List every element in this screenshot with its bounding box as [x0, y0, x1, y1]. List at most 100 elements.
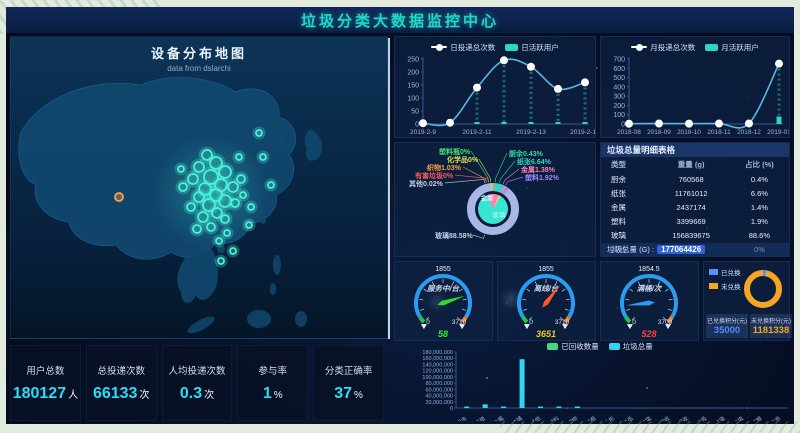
table-cell: 0.4%	[730, 172, 789, 186]
svg-text:60,000,000: 60,000,000	[425, 387, 453, 393]
svg-text:1854.5: 1854.5	[638, 266, 660, 273]
table-cell: 11761012	[652, 186, 729, 200]
table-cell: 纸张	[601, 186, 652, 200]
stat-label: 参与率	[259, 363, 288, 377]
monthly-chart-legend: 月投递总次数 月活跃用户	[601, 40, 789, 54]
table-cell: 金属	[601, 200, 652, 214]
header-bar: 垃圾分类大数据监控中心	[6, 7, 794, 33]
table-cell: 156839675	[652, 228, 729, 242]
svg-text:大件垃圾: 大件垃圾	[686, 414, 709, 421]
svg-text:100,000,000: 100,000,000	[422, 375, 453, 381]
daily-line-chart[interactable]: 0501001502002502019-2-92019-2-112019-2-1…	[395, 53, 595, 137]
legend-item-monthly-active-users[interactable]: 月活跃用户	[705, 42, 759, 53]
line-series-icon	[431, 46, 447, 48]
total-garbage-swatch-icon	[609, 343, 620, 350]
svg-text:3710: 3710	[555, 319, 570, 326]
svg-text:2018-08: 2018-08	[617, 129, 641, 136]
stat-participation-rate: 参与率 1%	[237, 345, 308, 421]
pie-slice-label: 其他0.02%	[409, 179, 443, 189]
redeemed-points-label: 已兑换积分(元)	[707, 316, 747, 325]
stat-unit: %	[354, 390, 363, 401]
stat-unit: %	[274, 390, 283, 401]
svg-text:织物: 织物	[566, 414, 580, 421]
svg-text:3710: 3710	[452, 319, 467, 326]
total-value: 177064426	[657, 245, 705, 254]
legend-item-daily-deliveries[interactable]: 日投递总次数	[431, 42, 495, 53]
gauge-full-bin[interactable]: 1854.5满桶/次03709528	[600, 261, 699, 341]
gauge-offline[interactable]: 1855离线/台037103651	[497, 261, 596, 341]
unredeemed-points-cell: 未兑换积分(元) 1181338	[750, 314, 792, 338]
category-bar-chart[interactable]: 020,000,00040,000,00060,000,00080,000,00…	[410, 350, 790, 421]
table-row: 纸张117610126.6%	[601, 186, 789, 200]
daily-chart-legend: 日投递总次数 日活跃用户	[395, 40, 595, 54]
stat-label: 用户总数	[26, 363, 64, 377]
dashboard: 垃圾分类大数据监控中心 设备分布地图 data from dslarchi 日投…	[6, 7, 794, 424]
svg-text:3651: 3651	[536, 329, 556, 339]
svg-text:160,000,000: 160,000,000	[422, 356, 453, 362]
legend-item-monthly-deliveries[interactable]: 月投递总次数	[631, 42, 695, 53]
svg-text:电子垃圾: 电子垃圾	[723, 414, 746, 421]
svg-text:化学品: 化学品	[617, 414, 635, 421]
legend-item-redeemed[interactable]: 已兑换	[709, 267, 741, 277]
table-cell: 88.6%	[730, 228, 789, 242]
svg-text:500: 500	[613, 75, 625, 82]
table-cell: 塑料	[601, 214, 652, 228]
svg-text:有害垃圾: 有害垃圾	[631, 414, 654, 421]
redeem-donut-chart[interactable]	[735, 264, 787, 317]
table-cell: 1.4%	[730, 200, 789, 214]
stat-accuracy-rate: 分类正确率 37%	[313, 345, 384, 421]
svg-text:600: 600	[613, 66, 625, 73]
table-row: 玻璃15683967588.6%	[601, 228, 789, 242]
svg-text:服务中/台: 服务中/台	[426, 284, 460, 293]
table-header: 类型重量 (g)占比 (%)	[601, 157, 789, 172]
table-cell: 1.9%	[730, 214, 789, 228]
svg-text:100: 100	[407, 96, 419, 103]
table-title: 垃圾总量明细表格	[601, 143, 789, 157]
gauge-in-service[interactable]: 1855服务中/台0371058	[394, 261, 493, 341]
unredeemed-swatch-icon	[709, 283, 718, 289]
svg-text:200: 200	[613, 103, 625, 110]
svg-text:满桶/次: 满桶/次	[637, 284, 663, 293]
donut-labels: 塑料瓶0%化学品0%厨余0.43%纸张6.64%织物1.03%金属1.38%有害…	[395, 143, 595, 256]
stat-unit: 次	[139, 390, 149, 401]
svg-text:250: 250	[407, 57, 419, 64]
table-row: 厨余7605680.4%	[601, 172, 789, 186]
svg-text:不可回收: 不可回收	[668, 414, 691, 421]
svg-text:400: 400	[613, 84, 625, 91]
category-bar-chart-panel: 已回收数量 垃圾总量 020,000,00040,000,00060,000,0…	[410, 339, 790, 421]
device-map-panel: 设备分布地图 data from dslarchi	[10, 36, 388, 339]
stat-unit: 次	[204, 390, 214, 401]
legend-item-unredeemed[interactable]: 未兑换	[709, 281, 741, 291]
svg-text:40,000,000: 40,000,000	[425, 394, 453, 400]
redeem-values: 已兑换积分(元) 35000 未兑换积分(元) 1181338	[706, 314, 787, 338]
table-col-header: 重量 (g)	[652, 157, 729, 172]
stat-value: 66133	[93, 385, 138, 402]
china-map[interactable]	[11, 37, 387, 338]
table-cell: 织物	[601, 256, 652, 257]
stat-value: 0.3	[180, 385, 202, 402]
total-label: 垃圾总量 (G) :	[607, 244, 654, 255]
table-cell: 1822288	[652, 256, 729, 257]
table-row: 塑料33996691.9%	[601, 214, 789, 228]
svg-text:电池: 电池	[768, 414, 782, 421]
table-col-header: 占比 (%)	[730, 157, 789, 172]
svg-text:100: 100	[613, 112, 625, 119]
svg-text:其他: 其他	[529, 414, 543, 421]
svg-text:0: 0	[529, 319, 533, 326]
points-redeem-panel: 已兑换 未兑换 已兑换积分(元) 35000 未兑换积分(元) 1181338	[703, 261, 790, 341]
svg-text:1855: 1855	[538, 266, 554, 273]
svg-text:2018-12: 2018-12	[737, 129, 761, 136]
garbage-detail-table: 类型重量 (g)占比 (%) 厨余7605680.4%纸张117610126.6…	[601, 157, 789, 257]
svg-text:2018-09: 2018-09	[647, 129, 671, 136]
svg-text:2018-11: 2018-11	[707, 129, 731, 136]
svg-text:玻璃: 玻璃	[510, 414, 524, 421]
table-row: 织物18222881%	[601, 256, 789, 257]
table-cell: 厨余	[601, 172, 652, 186]
svg-text:2019-2-9: 2019-2-9	[410, 129, 436, 136]
garbage-detail-table-panel: 垃圾总量明细表格 类型重量 (g)占比 (%) 厨余7605680.4%纸张11…	[600, 142, 790, 257]
svg-text:0: 0	[426, 319, 430, 326]
table-cell: 3399669	[652, 214, 729, 228]
monthly-line-chart[interactable]: 01002003004005006007002018-082018-092018…	[601, 53, 789, 137]
legend-item-daily-active-users[interactable]: 日活跃用户	[505, 42, 559, 53]
page-title: 垃圾分类大数据监控中心	[301, 10, 499, 31]
